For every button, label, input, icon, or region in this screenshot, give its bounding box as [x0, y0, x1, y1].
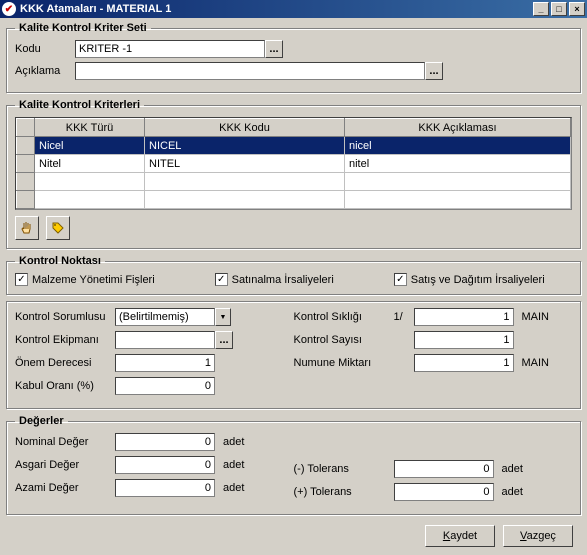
- onem-derecesi-input[interactable]: [115, 354, 215, 372]
- kontrol-ekipmani-input[interactable]: [115, 331, 215, 349]
- azami-input[interactable]: [115, 479, 215, 497]
- kaydet-label: aydet: [450, 530, 477, 542]
- table-row[interactable]: [17, 173, 571, 191]
- kontrol-sayisi-label: Kontrol Sayısı: [294, 334, 394, 346]
- degerler-group: Değerler Nominal Değer adet Asgari Değer…: [6, 415, 581, 515]
- malzeme-label: Malzeme Yönetimi Fişleri: [32, 274, 155, 286]
- ekipman-lookup-button[interactable]: ...: [215, 331, 233, 349]
- col-aciklama[interactable]: KKK Açıklaması: [345, 119, 571, 137]
- asgari-input[interactable]: [115, 456, 215, 474]
- window-title: KKK Atamaları - MATERIAL 1: [20, 3, 531, 15]
- neg-tolerans-input[interactable]: [394, 460, 494, 478]
- check-icon: ✓: [394, 273, 407, 286]
- app-icon: ✔: [2, 2, 16, 16]
- col-turu[interactable]: KKK Türü: [35, 119, 145, 137]
- table-row[interactable]: [17, 191, 571, 209]
- asgari-label: Asgari Değer: [15, 459, 115, 471]
- nominal-unit: adet: [223, 436, 244, 448]
- kriterler-legend: Kalite Kontrol Kriterleri: [15, 99, 144, 111]
- row-header[interactable]: [17, 173, 35, 191]
- kodu-lookup-button[interactable]: ...: [265, 40, 283, 58]
- neg-tolerans-label: (-) Tolerans: [294, 463, 394, 475]
- check-icon: ✓: [15, 273, 28, 286]
- close-button[interactable]: ×: [569, 2, 585, 16]
- table-row[interactable]: Nitel NITEL nitel: [17, 155, 571, 173]
- kriter-seti-legend: Kalite Kontrol Kriter Seti: [15, 22, 151, 34]
- kontrol-sorumlusu-input[interactable]: [115, 308, 215, 326]
- params-group: Kontrol Sorumlusu ▼ Kontrol Ekipmanı ...…: [6, 301, 581, 409]
- cell-kodu[interactable]: NITEL: [145, 155, 345, 173]
- kodu-label: Kodu: [15, 43, 75, 55]
- tag-tool-button[interactable]: [46, 216, 70, 240]
- nominal-input[interactable]: [115, 433, 215, 451]
- kontrol-sayisi-input[interactable]: [414, 331, 514, 349]
- title-bar: ✔ KKK Atamaları - MATERIAL 1 _ □ ×: [0, 0, 587, 18]
- kodu-input[interactable]: [75, 40, 265, 58]
- check-icon: ✓: [215, 273, 228, 286]
- vazgec-label: azgeç: [527, 530, 556, 542]
- vazgec-button[interactable]: Vazgeç: [503, 525, 573, 547]
- kriterler-table[interactable]: KKK Türü KKK Kodu KKK Açıklaması Nicel N…: [16, 118, 571, 209]
- kontrol-sikligi-input[interactable]: [414, 308, 514, 326]
- azami-label: Azami Değer: [15, 482, 115, 494]
- kontrol-sorumlusu-label: Kontrol Sorumlusu: [15, 311, 115, 323]
- kontrol-noktasi-group: Kontrol Noktası ✓ Malzeme Yönetimi Fişle…: [6, 255, 581, 295]
- satinalma-checkbox[interactable]: ✓ Satınalma İrsaliyeleri: [215, 273, 334, 286]
- cell-turu[interactable]: Nicel: [35, 137, 145, 155]
- cell-turu[interactable]: Nitel: [35, 155, 145, 173]
- cell-aciklama[interactable]: nicel: [345, 137, 571, 155]
- pos-tolerans-input[interactable]: [394, 483, 494, 501]
- tag-icon: [51, 221, 65, 235]
- col-kodu[interactable]: KKK Kodu: [145, 119, 345, 137]
- kriterler-group: Kalite Kontrol Kriterleri KKK Türü KKK K…: [6, 99, 581, 249]
- numune-miktari-input[interactable]: [414, 354, 514, 372]
- pos-tolerans-unit: adet: [502, 486, 523, 498]
- table-row[interactable]: Nicel NICEL nicel: [17, 137, 571, 155]
- satis-checkbox[interactable]: ✓ Satış ve Dağıtım İrsaliyeleri: [394, 273, 545, 286]
- kaydet-button[interactable]: Kaydet: [425, 525, 495, 547]
- hand-icon: [20, 221, 34, 235]
- row-header[interactable]: [17, 155, 35, 173]
- nominal-label: Nominal Değer: [15, 436, 115, 448]
- cell-kodu[interactable]: NICEL: [145, 137, 345, 155]
- sikligi-prefix: 1/: [394, 311, 414, 323]
- azami-unit: adet: [223, 482, 244, 494]
- kabul-orani-input[interactable]: [115, 377, 215, 395]
- maximize-button[interactable]: □: [551, 2, 567, 16]
- kontrol-ekipmani-label: Kontrol Ekipmanı: [15, 334, 115, 346]
- pos-tolerans-label: (+) Tolerans: [294, 486, 394, 498]
- sikligi-unit: MAIN: [522, 311, 550, 323]
- kontrol-noktasi-legend: Kontrol Noktası: [15, 255, 105, 267]
- cell-aciklama[interactable]: nitel: [345, 155, 571, 173]
- satinalma-label: Satınalma İrsaliyeleri: [232, 274, 334, 286]
- neg-tolerans-unit: adet: [502, 463, 523, 475]
- aciklama-label: Açıklama: [15, 65, 75, 77]
- chevron-down-icon[interactable]: ▼: [215, 308, 231, 326]
- kontrol-sikligi-label: Kontrol Sıklığı: [294, 311, 394, 323]
- malzeme-checkbox[interactable]: ✓ Malzeme Yönetimi Fişleri: [15, 273, 155, 286]
- hand-tool-button[interactable]: [15, 216, 39, 240]
- minimize-button[interactable]: _: [533, 2, 549, 16]
- kriter-seti-group: Kalite Kontrol Kriter Seti Kodu ... Açık…: [6, 22, 581, 93]
- row-header[interactable]: [17, 137, 35, 155]
- kontrol-sorumlusu-combo[interactable]: ▼: [115, 308, 231, 326]
- numune-miktari-label: Numune Miktarı: [294, 357, 394, 369]
- row-header[interactable]: [17, 191, 35, 209]
- onem-derecesi-label: Önem Derecesi: [15, 357, 115, 369]
- satis-label: Satış ve Dağıtım İrsaliyeleri: [411, 274, 545, 286]
- aciklama-input[interactable]: [75, 62, 425, 80]
- degerler-legend: Değerler: [15, 415, 68, 427]
- kabul-orani-label: Kabul Oranı (%): [15, 380, 115, 392]
- aciklama-lookup-button[interactable]: ...: [425, 62, 443, 80]
- numune-unit: MAIN: [522, 357, 550, 369]
- table-corner: [17, 119, 35, 137]
- asgari-unit: adet: [223, 459, 244, 471]
